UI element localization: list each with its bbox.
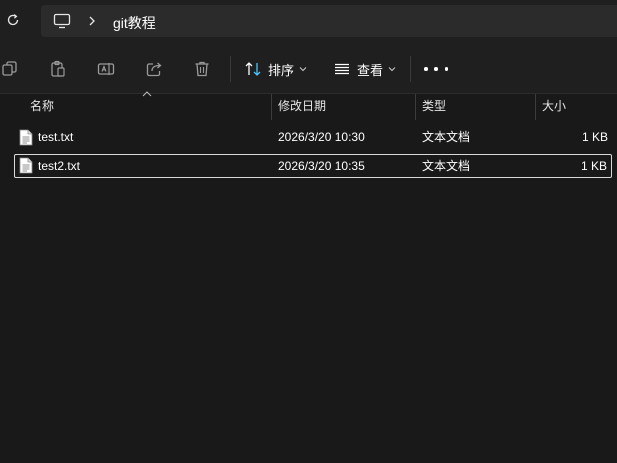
- column-header-size[interactable]: 大小: [542, 94, 566, 120]
- file-type: 文本文档: [422, 130, 471, 144]
- column-divider[interactable]: [271, 94, 272, 120]
- copy-icon[interactable]: [0, 59, 20, 79]
- sort-icon: [245, 62, 261, 76]
- refresh-button[interactable]: [0, 6, 26, 34]
- file-name: test2.txt: [38, 159, 81, 173]
- paste-icon[interactable]: [48, 59, 68, 79]
- toolbar-separator: [410, 56, 411, 82]
- file-size: 1 KB: [581, 130, 608, 144]
- computer-icon: [53, 13, 71, 29]
- text-file-icon: [19, 129, 33, 146]
- more-dot: [424, 67, 428, 71]
- column-divider[interactable]: [415, 94, 416, 120]
- column-header-name[interactable]: 名称: [30, 94, 54, 120]
- sort-label: 排序: [268, 62, 295, 78]
- chevron-down-icon: [299, 67, 307, 72]
- file-date: 2026/3/20 10:35: [278, 159, 365, 173]
- file-row[interactable]: test.txt 2026/3/20 10:30 文本文档 1 KB: [14, 126, 612, 150]
- sort-button[interactable]: 排序: [244, 54, 307, 84]
- view-button[interactable]: 查看: [333, 54, 396, 84]
- share-icon[interactable]: [144, 59, 164, 79]
- view-label: 查看: [357, 62, 384, 78]
- file-name: test.txt: [38, 130, 74, 144]
- column-header-row: 名称 修改日期 类型 大小: [0, 91, 617, 120]
- chevron-down-icon: [388, 67, 396, 72]
- file-size: 1 KB: [580, 159, 607, 173]
- command-bar: 排序 查看: [0, 44, 617, 94]
- more-dot: [434, 67, 438, 71]
- view-icon: [335, 63, 349, 75]
- more-dot: [444, 67, 448, 71]
- delete-icon[interactable]: [192, 59, 212, 79]
- column-divider[interactable]: [535, 94, 536, 120]
- sort-ascending-icon: [142, 91, 152, 97]
- refresh-icon: [7, 14, 19, 26]
- column-header-date[interactable]: 修改日期: [278, 94, 326, 120]
- more-options-button[interactable]: [424, 60, 448, 78]
- file-explorer-window: git教程 排序 查看 名称 修改日期 类型 大小 test.txt 2026/…: [0, 0, 617, 463]
- column-header-type[interactable]: 类型: [422, 94, 446, 120]
- file-row-selected[interactable]: test2.txt 2026/3/20 10:35 文本文档 1 KB: [14, 154, 612, 178]
- address-bar-area: git教程: [0, 0, 617, 44]
- toolbar-separator: [230, 56, 231, 82]
- breadcrumb-current-folder[interactable]: git教程: [113, 13, 156, 33]
- text-file-icon: [19, 157, 33, 174]
- rename-icon[interactable]: [96, 59, 116, 79]
- address-bar[interactable]: git教程: [41, 5, 617, 37]
- file-date: 2026/3/20 10:30: [278, 130, 365, 144]
- file-type: 文本文档: [422, 159, 471, 173]
- chevron-right-icon[interactable]: [85, 13, 99, 29]
